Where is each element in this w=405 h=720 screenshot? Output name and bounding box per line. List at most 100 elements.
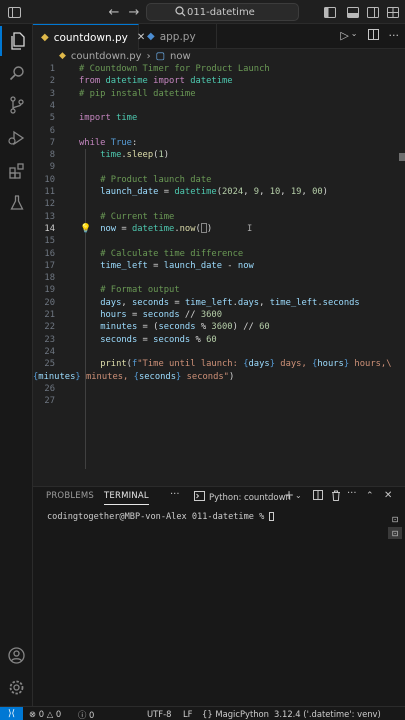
code-line: 20 days, seconds = time_left.days, time_… <box>33 297 405 309</box>
chevron-right-icon: › <box>146 50 151 62</box>
code-line: 15 <box>33 235 405 247</box>
line-number: 11 <box>44 187 55 197</box>
terminal-selector[interactable]: Python: countdown <box>194 491 291 504</box>
line-number: 24 <box>44 346 55 357</box>
line-number: 19 <box>44 285 55 296</box>
trash-icon[interactable] <box>331 490 341 504</box>
code-line: 17 time_left = launch_date - now <box>33 260 405 272</box>
sidebar-toggle-icon[interactable] <box>6 4 22 20</box>
forward-arrow-icon[interactable]: → <box>126 4 142 20</box>
language-mode-status[interactable]: {} MagicPython <box>202 709 269 719</box>
code-line: 3 # pip install datetime <box>33 88 405 100</box>
code-line: 27 <box>33 395 405 407</box>
line-number: 3 <box>49 88 55 99</box>
split-editor-icon[interactable] <box>367 29 379 43</box>
code-line: 4 <box>33 100 405 112</box>
tab-label: countdown.py <box>53 31 128 44</box>
panel-more-actions-icon[interactable]: ··· <box>347 488 357 499</box>
customize-layout-icon[interactable] <box>385 4 401 20</box>
code-line: 12 <box>33 198 405 210</box>
tab-terminal[interactable]: TERMINAL <box>104 491 149 505</box>
run-dropdown-chevron-icon[interactable]: ⌄ <box>351 29 358 43</box>
tab-problems[interactable]: PROBLEMS <box>46 491 94 501</box>
vscode-window: ← → 011-datetime ◆ countdown.py ✕ ◆ app.… <box>0 0 405 720</box>
code-line: 6 <box>33 125 405 137</box>
line-number: 8 <box>49 150 55 161</box>
tab-label: app.py <box>159 30 196 43</box>
settings-gear-icon[interactable] <box>0 672 33 702</box>
warning-icon: △ <box>46 709 54 719</box>
search-view-icon[interactable] <box>0 58 33 88</box>
encoding-status[interactable]: UTF-8 <box>147 709 171 719</box>
extensions-icon[interactable] <box>0 156 33 186</box>
title-bar: ← → 011-datetime <box>0 0 405 24</box>
braces-icon: {} <box>202 709 213 719</box>
line-number: 14 <box>44 223 55 234</box>
code-line: 22 minutes = (seconds % 3600) // 60 <box>33 321 405 333</box>
toggle-secondary-sidebar-icon[interactable] <box>365 4 381 20</box>
accounts-icon[interactable] <box>0 640 33 670</box>
python-interpreter-status[interactable]: 3.12.4 ('.datetime': venv) <box>274 709 381 719</box>
source-control-icon[interactable] <box>0 90 33 120</box>
line-number: 22 <box>44 322 55 333</box>
tab-countdown-py[interactable]: ◆ countdown.py ✕ <box>33 24 145 50</box>
run-python-file-icon[interactable]: ▷ <box>340 29 348 43</box>
terminal-list-item-active-icon[interactable]: ⊡ <box>388 527 402 539</box>
editor-tabs: ◆ countdown.py ✕ ◆ app.py ▷ ⌄ ··· <box>33 24 405 50</box>
code-line: 10 # Product launch date <box>33 174 405 186</box>
new-terminal-plus-icon[interactable]: + <box>284 488 294 502</box>
search-icon <box>175 6 186 20</box>
eol-status[interactable]: LF <box>183 709 192 719</box>
ibeam-cursor-icon: I <box>247 223 253 234</box>
terminal-list-item-icon[interactable]: ⊡ <box>388 513 402 525</box>
line-number: 15 <box>44 236 55 247</box>
run-debug-icon[interactable] <box>0 122 33 152</box>
errors-count: 0 <box>38 709 45 719</box>
line-number: 5 <box>49 113 55 124</box>
remote-indicator-icon[interactable]: ⟩⟨ <box>0 707 23 720</box>
command-center-search[interactable]: 011-datetime <box>146 3 299 21</box>
code-line: 9 <box>33 161 405 173</box>
more-actions-icon[interactable]: ··· <box>389 29 400 43</box>
editor-actions: ▷ ⌄ ··· <box>340 29 399 43</box>
problems-status[interactable]: ⊗ 0 △ 0 <box>29 709 61 719</box>
line-number: 21 <box>44 310 55 320</box>
status-bar: ⟩⟨ ⊗ 0 △ 0 ⓘ 0 UTF-8 LF {} MagicPython 3… <box>0 706 405 720</box>
maximize-panel-chevron-icon[interactable]: ⌃ <box>366 491 374 501</box>
line-number: 27 <box>44 396 55 407</box>
text-cursor <box>200 223 207 234</box>
language-name: MagicPython <box>215 709 269 719</box>
line-number: 17 <box>44 260 55 271</box>
code-line: 11 launch_date = datetime(2024, 9, 10, 1… <box>33 186 405 198</box>
close-panel-icon[interactable]: ✕ <box>384 490 392 501</box>
panel-more-icon[interactable]: ··· <box>170 489 180 500</box>
line-number: 18 <box>44 273 55 284</box>
code-line: 5 import time <box>33 112 405 124</box>
code-line: 24 <box>33 346 405 358</box>
info-count: 0 <box>89 710 95 720</box>
search-text: 011-datetime <box>187 6 255 18</box>
code-line-wrapped: {minutes} minutes, {seconds} seconds") <box>33 371 235 382</box>
terminal-prompt[interactable]: codingtogether@MBP-von-Alex 011-datetime… <box>47 512 275 522</box>
comment: # Countdown Timer for Product Launch <box>79 64 270 74</box>
terminal-dropdown-icon[interactable]: ⌄ <box>295 491 302 500</box>
back-arrow-icon[interactable]: ← <box>106 4 122 20</box>
info-status[interactable]: ⓘ 0 <box>78 709 94 720</box>
code-editor[interactable]: 1 # Countdown Timer for Product Launch 2f… <box>33 63 405 486</box>
split-terminal-icon[interactable] <box>313 490 323 503</box>
breadcrumb-file[interactable]: countdown.py <box>71 51 142 62</box>
toggle-primary-sidebar-icon[interactable] <box>322 4 338 20</box>
terminal-cursor <box>269 512 275 521</box>
tab-app-py[interactable]: ◆ app.py <box>139 24 217 49</box>
code-line: 26 <box>33 383 405 395</box>
line-number: 12 <box>44 199 55 210</box>
toggle-panel-icon[interactable] <box>345 4 361 20</box>
line-number: 6 <box>49 125 55 136</box>
line-number: 13 <box>44 211 55 222</box>
breadcrumb-symbol[interactable]: now <box>170 51 191 62</box>
explorer-icon[interactable] <box>0 26 33 56</box>
testing-flask-icon[interactable] <box>0 188 33 218</box>
line-number: 20 <box>44 297 55 308</box>
scrollbar-marker[interactable] <box>399 153 405 161</box>
warnings-count: 0 <box>55 709 62 719</box>
